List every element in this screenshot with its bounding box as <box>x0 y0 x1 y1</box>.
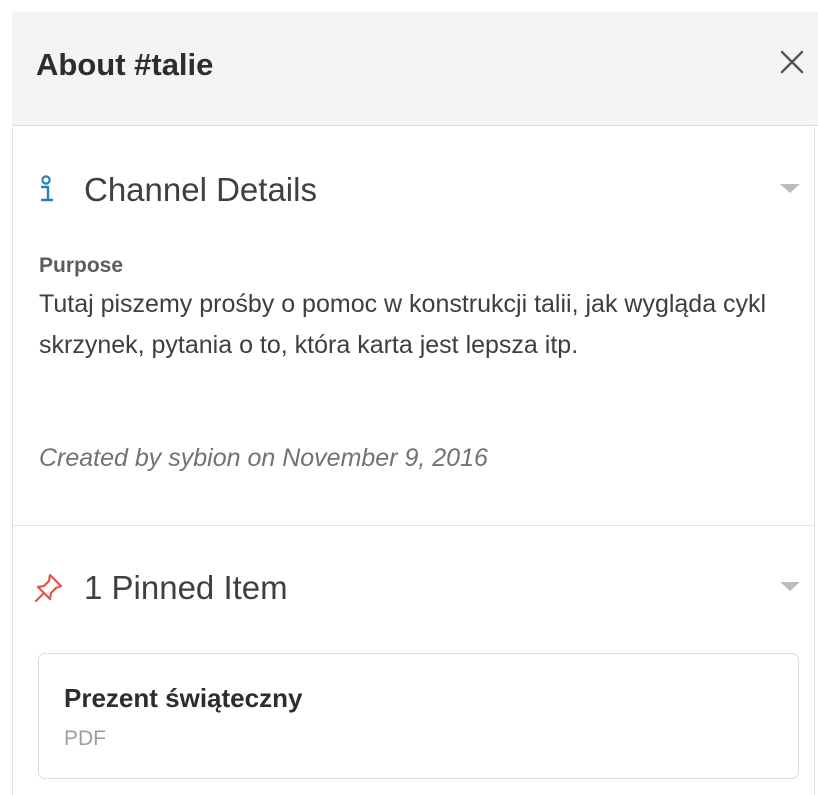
purpose-label: Purpose <box>39 254 124 277</box>
top-strip <box>0 0 818 12</box>
pinned-item-card[interactable]: Prezent świąteczny PDF <box>38 653 799 779</box>
purpose-text: Tutaj piszemy prośby o pomoc w konstrukc… <box>39 290 767 359</box>
panel-header: About #talie <box>12 12 818 126</box>
pinned-item-type: PDF <box>64 727 106 750</box>
section-divider <box>13 525 814 526</box>
channel-details-title: Channel Details <box>84 171 317 208</box>
pinned-items-title: 1 Pinned Item <box>84 569 288 606</box>
close-button[interactable] <box>772 42 812 82</box>
pinned-item-title: Prezent świąteczny <box>64 683 303 713</box>
panel-title: About #talie <box>36 47 214 82</box>
channel-about-panel: About #talie Channel Details Purpose Tut… <box>0 0 818 795</box>
chevron-down-icon[interactable] <box>780 184 800 193</box>
pinned-items-header[interactable]: 1 Pinned Item <box>13 558 814 618</box>
created-by-text: Created by sybion on November 9, 2016 <box>39 444 488 472</box>
chevron-down-icon[interactable] <box>780 582 800 591</box>
info-icon <box>40 175 54 202</box>
pin-icon <box>34 573 63 603</box>
channel-details-header[interactable]: Channel Details <box>13 160 814 220</box>
close-icon <box>780 50 804 74</box>
